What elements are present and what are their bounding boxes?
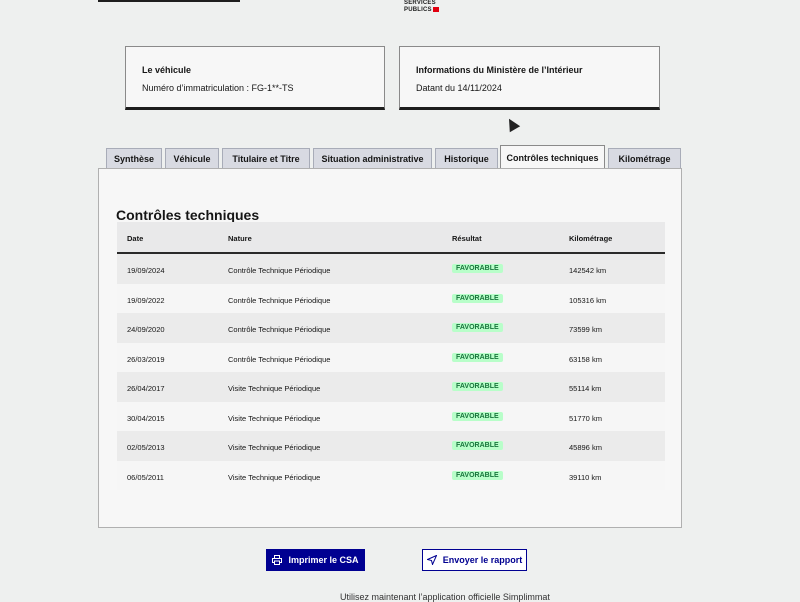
column-header-result: Résultat: [452, 234, 482, 243]
row-mileage: 39110 km: [569, 472, 602, 482]
result-badge: FAVORABLE: [452, 293, 503, 303]
print-csa-label: Imprimer le CSA: [288, 555, 359, 565]
row-mileage: 73599 km: [569, 325, 602, 334]
result-badge: FAVORABLE: [452, 352, 503, 362]
result-badge: FAVORABLE: [452, 382, 503, 391]
logo-text-publics: PUBLICS: [404, 7, 432, 14]
row-nature: Visite Technique Périodique: [228, 472, 321, 482]
footer-app-link[interactable]: Utilisez maintenant l’application offici…: [340, 592, 550, 602]
row-date: 26/04/2017: [127, 384, 165, 393]
row-nature: Contrôle Technique Périodique: [228, 354, 331, 364]
table-row: 30/04/2015 Visite Technique Périodique F…: [117, 401, 665, 431]
row-nature: Contrôle Technique Périodique: [228, 325, 331, 334]
tab-controles-techniques[interactable]: Contrôles techniques: [500, 145, 605, 170]
row-date: 02/05/2013: [127, 443, 165, 452]
tab-historique[interactable]: Historique: [435, 148, 498, 168]
tab-label: Contrôles techniques: [506, 153, 599, 163]
column-header-nature: Nature: [228, 234, 252, 243]
row-mileage: 63158 km: [569, 354, 602, 364]
tab-synthese[interactable]: Synthèse: [106, 148, 162, 168]
table-header: Date Nature Résultat Kilométrage: [117, 222, 665, 254]
row-mileage: 142542 km: [569, 266, 607, 275]
header-divider: [98, 0, 240, 2]
controles-techniques-panel: Contrôles techniques Date Nature Résulta…: [98, 168, 682, 528]
tab-kilometrage[interactable]: Kilométrage: [608, 148, 681, 168]
result-badge: FAVORABLE: [452, 411, 503, 421]
registration-number: Numéro d’immatriculation : FG-1**-TS: [142, 83, 294, 93]
column-header-mileage: Kilométrage: [569, 234, 613, 243]
row-date: 19/09/2022: [127, 295, 165, 305]
row-date: 24/09/2020: [127, 325, 165, 334]
row-date: 06/05/2011: [127, 472, 164, 482]
row-mileage: 51770 km: [569, 413, 602, 423]
info-date: Datant du 14/11/2024: [416, 83, 502, 93]
result-badge: FAVORABLE: [452, 441, 503, 450]
row-nature: Visite Technique Périodique: [228, 384, 321, 393]
result-badge: FAVORABLE: [452, 264, 503, 273]
row-date: 26/03/2019: [127, 354, 165, 364]
print-csa-button[interactable]: Imprimer le CSA: [266, 549, 365, 571]
row-nature: Visite Technique Périodique: [228, 413, 321, 423]
tab-situation-administrative[interactable]: Situation administrative: [313, 148, 432, 168]
inspections-table: Date Nature Résultat Kilométrage 19/09/2…: [117, 222, 665, 490]
tab-label: Titulaire et Titre: [232, 153, 300, 164]
mouse-cursor-icon: [503, 115, 521, 133]
row-nature: Contrôle Technique Périodique: [228, 266, 331, 275]
table-row: 02/05/2013 Visite Technique Périodique F…: [117, 431, 665, 461]
tab-label: Véhicule: [173, 153, 211, 164]
column-header-date: Date: [127, 234, 144, 243]
send-report-label: Envoyer le rapport: [442, 555, 523, 565]
tab-vehicule[interactable]: Véhicule: [165, 148, 219, 168]
section-title: Contrôles techniques: [116, 207, 260, 223]
flag-icon: [432, 7, 439, 12]
row-nature: Contrôle Technique Périodique: [228, 295, 331, 305]
row-mileage: 55114 km: [569, 384, 602, 393]
vehicle-card: Le véhicule Numéro d’immatriculation : F…: [125, 46, 385, 110]
ministry-info-card: Informations du Ministère de l’Intérieur…: [399, 46, 660, 110]
row-date: 30/04/2015: [127, 413, 165, 423]
row-mileage: 105316 km: [569, 295, 607, 305]
table-row: 19/09/2022 Contrôle Technique Périodique…: [117, 283, 665, 313]
result-badge: FAVORABLE: [452, 323, 503, 332]
row-date: 19/09/2024: [127, 266, 165, 275]
table-row: 24/09/2020 Contrôle Technique Périodique…: [117, 313, 665, 343]
table-row: 06/05/2011 Visite Technique Périodique F…: [117, 460, 665, 490]
tab-label: Kilométrage: [618, 153, 671, 164]
table-row: 19/09/2024 Contrôle Technique Périodique…: [117, 254, 665, 284]
tab-label: Situation administrative: [321, 153, 424, 164]
tab-label: Synthèse: [113, 153, 155, 164]
ministry-info-title: Informations du Ministère de l’Intérieur: [416, 65, 583, 75]
row-nature: Visite Technique Périodique: [228, 443, 321, 452]
tab-label: Historique: [444, 153, 489, 164]
logo-text-services: SERVICES: [404, 0, 436, 6]
send-arrow-icon: [426, 555, 437, 565]
result-badge: FAVORABLE: [452, 470, 503, 480]
services-publics-logo: SERVICES PUBLICS: [404, 0, 439, 14]
tab-titulaire-et-titre[interactable]: Titulaire et Titre: [222, 148, 310, 168]
send-report-button[interactable]: Envoyer le rapport: [422, 549, 527, 571]
vehicle-card-title: Le véhicule: [142, 65, 192, 75]
table-row: 26/04/2017 Visite Technique Périodique F…: [117, 372, 665, 402]
table-body: 19/09/2024 Contrôle Technique Périodique…: [117, 254, 665, 490]
printer-icon: [272, 555, 283, 565]
table-row: 26/03/2019 Contrôle Technique Périodique…: [117, 342, 665, 372]
row-mileage: 45896 km: [569, 443, 602, 452]
